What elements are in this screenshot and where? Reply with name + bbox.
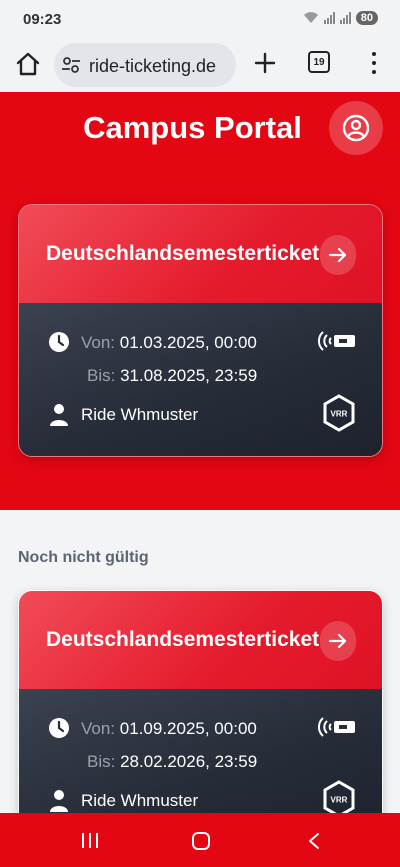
plus-icon[interactable] — [252, 50, 278, 76]
tab-switcher-icon[interactable]: 19 — [308, 51, 330, 73]
wifi-icon — [303, 12, 318, 23]
ticket-holder: Ride Whmuster — [81, 405, 199, 424]
vrr-logo-icon: VRR — [323, 394, 355, 432]
ticket-name: Deutschlandsemesterticket — [46, 628, 320, 651]
site-settings-icon[interactable] — [61, 55, 81, 75]
browser-toolbar: ride-ticketing.de 19 — [0, 38, 400, 92]
ticket-holder: Ride Whmuster — [81, 791, 199, 810]
nav-home-icon[interactable] — [192, 832, 210, 850]
valid-from-label: Von: — [81, 333, 116, 352]
status-bar: 09:23 80 — [0, 0, 400, 38]
signal-icon-2 — [339, 12, 351, 24]
arrow-right-icon — [328, 633, 347, 649]
valid-to: Bis: 31.08.2025, 23:59 — [87, 366, 257, 386]
valid-to-label: Bis: — [87, 366, 116, 385]
valid-from-label: Von: — [81, 719, 116, 738]
valid-from: Von: 01.03.2025, 00:00 — [81, 333, 257, 353]
ticket-name: Deutschlandsemesterticket — [46, 242, 320, 265]
open-ticket-button[interactable] — [320, 621, 356, 661]
ticket-header: Deutschlandsemesterticket — [19, 205, 382, 303]
ticket-card[interactable]: Deutschlandsemesterticket Von: 01.09.202… — [18, 590, 383, 843]
section-heading-not-yet-valid: Noch nicht gültig — [18, 549, 149, 566]
arrow-right-icon — [328, 247, 347, 263]
valid-to-label: Bis: — [87, 752, 116, 771]
more-icon[interactable] — [362, 50, 386, 76]
url-text: ride-ticketing.de — [89, 56, 217, 76]
clock-icon — [49, 718, 69, 738]
system-navigation-bar — [0, 813, 400, 867]
valid-from-value: 01.09.2025, 00:00 — [119, 719, 257, 738]
ticket-card[interactable]: Deutschlandsemesterticket Von: 01.03.202… — [18, 204, 383, 457]
vrr-logo-text: VRR — [331, 796, 348, 805]
valid-from-value: 01.03.2025, 00:00 — [119, 333, 257, 352]
nfc-card-icon — [317, 717, 355, 737]
recents-icon[interactable] — [82, 833, 98, 848]
person-icon — [50, 404, 68, 426]
ticket-header: Deutschlandsemesterticket — [19, 591, 382, 689]
valid-to-value: 31.08.2025, 23:59 — [120, 366, 258, 385]
person-icon — [50, 790, 68, 812]
status-icons: 80 — [303, 11, 378, 25]
battery-indicator: 80 — [355, 11, 378, 25]
vrr-logo-text: VRR — [331, 410, 348, 419]
home-icon[interactable] — [14, 50, 42, 78]
valid-to-value: 28.02.2026, 23:59 — [120, 752, 258, 771]
open-ticket-button[interactable] — [320, 235, 356, 275]
clock-icon — [49, 332, 69, 352]
ticket-body: Von: 01.03.2025, 00:00 Bis: 31.08.2025, … — [19, 303, 382, 456]
signal-icon — [323, 12, 335, 24]
profile-button[interactable] — [329, 101, 383, 155]
valid-from: Von: 01.09.2025, 00:00 — [81, 719, 257, 739]
back-icon[interactable] — [307, 832, 321, 850]
nfc-card-icon — [317, 331, 355, 351]
address-bar[interactable]: ride-ticketing.de — [54, 43, 236, 87]
profile-icon — [342, 114, 370, 142]
valid-to: Bis: 28.02.2026, 23:59 — [87, 752, 257, 772]
page-title: Campus Portal — [83, 110, 302, 145]
status-time: 09:23 — [23, 11, 62, 28]
